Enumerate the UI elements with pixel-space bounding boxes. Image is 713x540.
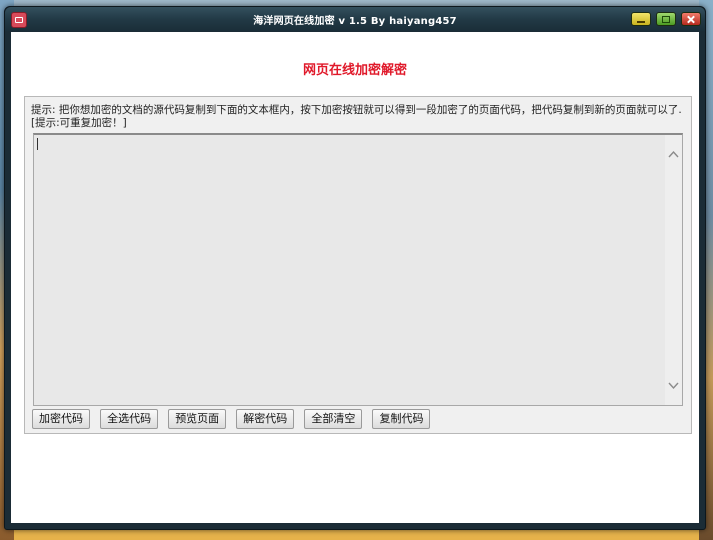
encrypt-code-button[interactable]: 加密代码: [32, 409, 90, 429]
close-button[interactable]: [681, 12, 701, 26]
page-heading: 网页在线加密解密: [302, 63, 407, 78]
window-title: 海洋网页在线加密 v 1.5 By haiyang457: [253, 16, 457, 27]
select-all-code-button[interactable]: 全选代码: [100, 409, 159, 429]
preview-page-button[interactable]: 预览页面: [168, 409, 227, 429]
action-button-row: 加密代码 全选代码 预览页面 解密代码 全部清空 复制代码: [32, 407, 435, 429]
app-window: 海洋网页在线加密 v 1.5 By haiyang457 网页在线加密解密 提示…: [4, 6, 706, 530]
minimize-button[interactable]: [631, 12, 651, 26]
copy-code-button[interactable]: 复制代码: [372, 409, 431, 429]
scroll-down-icon[interactable]: [668, 380, 679, 391]
text-caret: [37, 138, 38, 150]
title-bar[interactable]: 海洋网页在线加密 v 1.5 By haiyang457: [5, 7, 705, 31]
clear-all-button[interactable]: 全部清空: [304, 409, 363, 429]
decrypt-code-button[interactable]: 解密代码: [236, 409, 295, 429]
textarea-scrollbar[interactable]: [665, 135, 682, 405]
code-textarea[interactable]: [33, 133, 683, 406]
encrypt-panel: 提示: 把你想加密的文档的源代码复制到下面的文本框内，按下加密按钮就可以得到一段…: [24, 96, 692, 434]
maximize-button[interactable]: [656, 12, 676, 26]
client-area: 网页在线加密解密 提示: 把你想加密的文档的源代码复制到下面的文本框内，按下加密…: [11, 32, 699, 523]
hint-text: 提示: 把你想加密的文档的源代码复制到下面的文本框内，按下加密按钮就可以得到一段…: [31, 104, 682, 129]
scroll-up-icon[interactable]: [668, 149, 679, 160]
